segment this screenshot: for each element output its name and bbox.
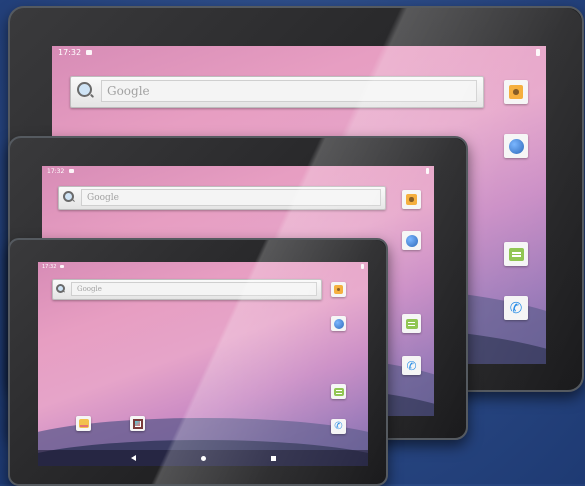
phone-app[interactable]: ✆ — [504, 296, 528, 320]
camera-app[interactable] — [504, 80, 528, 104]
notification-icon — [69, 169, 74, 173]
back-button[interactable] — [130, 455, 136, 461]
search-input[interactable]: Google — [81, 189, 381, 206]
google-search-bar[interactable]: Google — [70, 76, 484, 108]
status-time: 17:32 — [47, 168, 65, 175]
google-search-bar[interactable]: Google — [52, 279, 322, 300]
gallery-app[interactable] — [130, 416, 145, 431]
messaging-icon — [405, 318, 418, 329]
notification-icon — [60, 265, 64, 268]
email-icon — [78, 419, 89, 428]
gallery-icon — [132, 418, 143, 429]
battery-icon — [361, 264, 364, 269]
browser-app[interactable] — [504, 134, 528, 158]
camera-app[interactable] — [402, 190, 421, 209]
home-button[interactable] — [200, 455, 206, 461]
google-search-bar[interactable]: Google — [58, 186, 386, 210]
battery-icon — [426, 168, 429, 174]
messaging-app[interactable] — [402, 314, 421, 333]
tablet-small-screen: 17:32 Google ✆ — [38, 262, 368, 466]
phone-app[interactable]: ✆ — [331, 419, 346, 434]
navigation-bar — [38, 450, 368, 466]
search-input[interactable]: Google — [71, 282, 317, 296]
browser-app[interactable] — [402, 231, 421, 250]
battery-icon — [536, 49, 540, 56]
phone-icon: ✆ — [509, 298, 523, 317]
tablet-small: 17:32 Google ✆ — [8, 238, 388, 486]
notification-icon — [86, 50, 92, 55]
browser-icon — [333, 318, 344, 329]
status-bar: 17:32 — [38, 262, 368, 271]
camera-icon — [334, 285, 343, 294]
search-icon[interactable] — [77, 82, 92, 97]
browser-app[interactable] — [331, 316, 346, 331]
camera-icon — [509, 85, 523, 99]
phone-app[interactable]: ✆ — [402, 356, 421, 375]
status-time: 17:32 — [42, 264, 57, 270]
recents-button[interactable] — [270, 455, 276, 461]
status-bar: 17:32 — [52, 46, 546, 60]
email-app[interactable] — [76, 416, 91, 431]
status-time: 17:32 — [58, 48, 82, 57]
camera-icon — [406, 194, 417, 205]
browser-icon — [405, 234, 418, 247]
messaging-icon — [508, 247, 524, 261]
search-icon[interactable] — [63, 191, 74, 202]
search-icon[interactable] — [56, 284, 65, 293]
messaging-app[interactable] — [331, 384, 346, 399]
phone-icon: ✆ — [334, 420, 343, 432]
camera-app[interactable] — [331, 282, 346, 297]
browser-icon — [508, 138, 524, 154]
phone-icon: ✆ — [406, 358, 417, 373]
search-input[interactable]: Google — [101, 80, 477, 102]
messaging-app[interactable] — [504, 242, 528, 266]
status-bar: 17:32 — [42, 166, 434, 177]
messaging-icon — [333, 387, 344, 396]
